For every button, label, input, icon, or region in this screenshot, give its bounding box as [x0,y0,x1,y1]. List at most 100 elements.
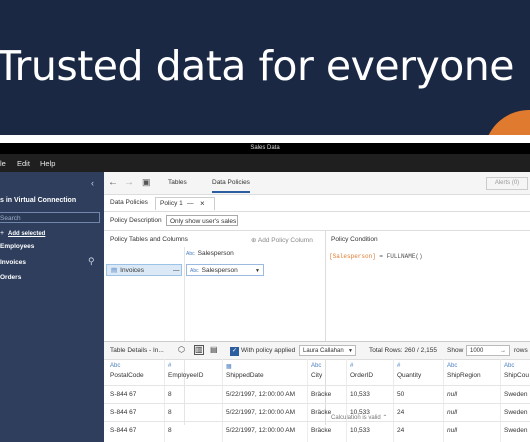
tab-data-policies[interactable]: Data Policies [212,179,250,193]
tab-policy1[interactable]: Policy 1 — × [155,197,215,210]
column-divider [393,359,394,442]
table-invoices-label: Invoices [120,267,145,274]
policy-tabs: Data Policies Policy 1 — × [104,195,530,212]
tab-policy1-label: Policy 1 [160,200,183,207]
chevron-down-icon: ▼ [255,268,260,274]
chevron-left-icon[interactable]: ‹ [91,178,94,188]
sidebar-item-employees[interactable]: Employees [0,243,34,250]
policy-tables-columns-header: Policy Tables and Columns [110,236,188,243]
sidebar-item-invoices[interactable]: Invoices [0,259,26,266]
column-divider [500,359,501,442]
tag-icon[interactable]: ⬡ [178,345,185,354]
show-label: Show [447,347,464,354]
table-cell: null [447,391,458,398]
column-type-icon: Abc [110,363,121,369]
rows-label: rows [514,347,528,354]
condition-editor[interactable]: [Salesperson] = FULLNAME() [329,253,423,260]
column-type-icon: Abc [447,363,458,369]
salesperson-select[interactable]: Abc Salesperson ▼ [186,264,264,276]
show-rows-value: 1000 [470,348,484,354]
table-cell: 24 [397,427,405,434]
table-cell: 8 [168,427,172,434]
tab-data-policies-list[interactable]: Data Policies [110,199,148,206]
condition-field: [Salesperson] [329,253,376,260]
table-cell: Bräcke [311,391,332,398]
total-rows: Total Rows: 260 / 2,155 [369,347,437,354]
show-rows-input[interactable]: 1000 → [466,345,510,356]
forward-arrow-icon[interactable]: → [124,177,134,188]
window-title: Sales Data [0,143,530,154]
column-divider [307,359,308,442]
field-salesperson-top-label: Salesperson [197,250,234,257]
policy-description-row: Policy Description Only show user's sale… [104,212,530,231]
sidebar: ‹ s in Virtual Connection Search + Add s… [0,172,104,442]
app-window: Sales Data le Edit Help ‹ s in Virtual C… [0,143,530,442]
add-policy-column-label: Add Policy Column [257,237,313,244]
column-header[interactable]: OrderID [350,372,373,379]
hero-banner: Trusted data for everyone [0,0,530,135]
table-cell: Sweden [504,427,528,434]
add-circle-icon: ⊕ [251,237,257,244]
string-type-icon: Abc [186,251,195,257]
close-icon[interactable]: × [200,199,205,208]
table-invoices[interactable]: ▤ Invoices — [106,264,182,276]
policy-condition-header: Policy Condition [331,236,378,243]
column-header[interactable]: ShipCou [504,372,529,379]
column-type-icon: # [168,363,172,369]
grid-view-icon[interactable]: ▥ [194,345,204,355]
remove-icon[interactable]: — [173,265,180,276]
column-header[interactable]: ShipRegion [447,372,481,379]
column-type-icon: # [397,363,401,369]
with-policy-checkbox[interactable]: ✓ [230,347,239,356]
user-select[interactable]: Laura Callahan ▼ [299,345,356,356]
add-selected-link[interactable]: Add selected [8,231,45,237]
tab-policy1-dash: — [187,200,194,207]
table-cell: null [447,409,458,416]
table-cell: Sweden [504,391,528,398]
hero-accent-circle [484,110,530,135]
plus-icon[interactable]: + [0,230,4,237]
add-policy-column-button[interactable]: ⊕ Add Policy Column [251,236,313,244]
alerts-button[interactable]: Alerts (0) [486,177,528,190]
toolbar: ← → ▣ Tables Data Policies Alerts (0) [104,172,530,195]
column-divider [164,359,165,442]
sidebar-title: s in Virtual Connection [0,197,77,204]
column-header[interactable]: Quantity [397,372,421,379]
table-cell: 10,533 [350,391,370,398]
column-divider [346,359,347,442]
table-cell: S-844 67 [110,409,137,416]
arrow-right-icon: → [500,348,506,354]
menu-edit[interactable]: Edit [17,159,30,168]
tab-tables[interactable]: Tables [168,179,187,186]
column-header[interactable]: PostalCode [110,372,144,379]
table-row [104,403,530,404]
back-arrow-icon[interactable]: ← [108,177,118,188]
chevron-down-icon: ▼ [348,348,353,354]
table-row [104,421,530,422]
column-type-icon: Abc [504,363,515,369]
menu-help[interactable]: Help [40,159,55,168]
menu-file[interactable]: le [0,159,6,168]
table-cell: 10,533 [350,427,370,434]
with-policy-label: With policy applied [241,347,296,354]
table-icon: ▤ [111,267,118,274]
list-view-icon[interactable]: ▤ [210,345,218,354]
table-cell: S-844 67 [110,391,137,398]
menu-bar: le Edit Help [0,154,530,172]
save-icon[interactable]: ▣ [142,177,151,188]
condition-operator: = FULLNAME() [379,253,423,260]
table-cell: 24 [397,409,405,416]
table-cell: Sweden [504,409,528,416]
table-cell: 5/22/1997, 12:00:00 AM [226,409,296,416]
table-cell: S-844 67 [110,427,137,434]
table-cell: null [447,427,458,434]
table-details-panel: Table Details - In... ⬡ ▥ ▤ ✓ With polic… [104,341,530,442]
table-cell: Bräcke [311,427,332,434]
table-cell: 50 [397,391,405,398]
column-header[interactable]: City [311,372,322,379]
column-header[interactable]: ShippedDate [226,372,264,379]
sidebar-search-input[interactable]: Search [0,212,100,223]
policy-description-input[interactable]: Only show user's sales [166,215,238,226]
sidebar-item-orders[interactable]: Orders [0,274,21,281]
column-header[interactable]: EmployeeID [168,372,203,379]
